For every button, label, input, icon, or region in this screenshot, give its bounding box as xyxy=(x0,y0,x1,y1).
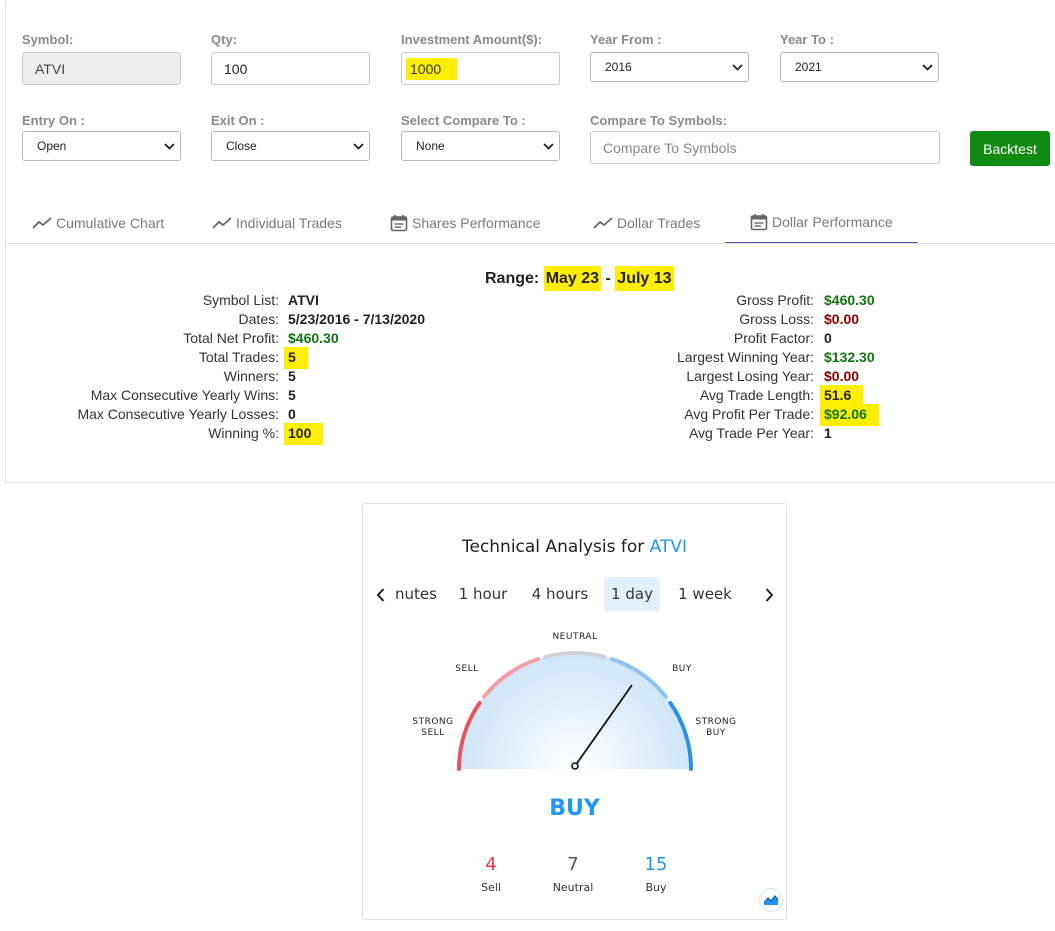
year-from-label: Year From : xyxy=(590,32,662,47)
stat-row: Avg Trade Per Year: 1 xyxy=(6,425,1006,444)
exit-on-select[interactable]: Close xyxy=(211,131,370,161)
tab-label: Cumulative Chart xyxy=(56,215,165,231)
sell-count: 4 xyxy=(485,854,497,875)
technical-analysis-widget: Technical Analysis for ATVI nutes 1 hour… xyxy=(362,503,787,920)
chevron-down-icon xyxy=(726,52,748,82)
neutral-count: 7 xyxy=(567,854,579,875)
stat-value: 51.6 xyxy=(820,385,864,407)
stat-label: Largest Losing Year: xyxy=(686,368,814,384)
entry-on-value: Open xyxy=(37,139,67,153)
tab-dollar-performance[interactable]: Dollar Performance xyxy=(725,202,918,244)
tab-shares-performance[interactable]: Shares Performance xyxy=(390,202,540,244)
tab-dollar-trades[interactable]: Dollar Trades xyxy=(593,202,700,244)
gauge-fill xyxy=(459,653,691,769)
entry-on-label: Entry On : xyxy=(22,113,85,128)
buy-count: 15 xyxy=(644,854,668,875)
compare-select[interactable]: None xyxy=(401,131,560,161)
gauge-label-buy: BUY xyxy=(672,664,692,674)
trend-line-icon xyxy=(593,217,613,229)
gauge-label-strong-buy: STRONG BUY xyxy=(695,717,737,738)
backtest-panel: Symbol: ATVI Qty: 100 Investment Amount(… xyxy=(5,2,1055,483)
tradingview-logo-icon[interactable] xyxy=(759,888,783,912)
trend-line-icon xyxy=(212,217,232,229)
investment-value: 1000 xyxy=(406,57,458,80)
entry-on-select[interactable]: Open xyxy=(22,131,181,161)
gauge-label-neutral: NEUTRAL xyxy=(552,632,598,642)
symbol-label: Symbol: xyxy=(22,32,74,47)
neutral-count-label: Neutral xyxy=(552,881,594,894)
stat-label: Gross Profit: xyxy=(736,292,814,308)
backtest-button[interactable]: Backtest xyxy=(970,131,1050,166)
range-separator: - xyxy=(605,270,611,287)
range-end: July 13 xyxy=(615,266,674,291)
trend-line-icon xyxy=(32,217,52,229)
stat-value: $460.30 xyxy=(824,292,875,308)
range-title: Range: May 23 - July 13 xyxy=(485,266,674,291)
compare-symbols-input[interactable]: Compare To Symbols xyxy=(590,131,940,164)
stat-value-highlight: $92.06 xyxy=(820,404,879,426)
chevron-down-icon xyxy=(347,131,369,161)
compare-select-label: Select Compare To : xyxy=(401,113,526,128)
qty-input[interactable]: 100 xyxy=(211,52,370,85)
tab-label: Dollar Performance xyxy=(772,214,893,230)
ta-verdict: BUY xyxy=(549,796,600,821)
compare-select-value: None xyxy=(416,139,445,153)
stat-label: Avg Trade Length: xyxy=(699,387,814,403)
stat-row: Gross Profit: $460.30 xyxy=(6,292,1006,311)
stat-value: 0 xyxy=(824,330,832,346)
stat-row: Avg Profit Per Trade: $92.06 xyxy=(6,404,1006,426)
year-to-select[interactable]: 2021 xyxy=(780,52,939,82)
calendar-icon xyxy=(390,215,408,232)
investment-label: Investment Amount($): xyxy=(401,32,543,47)
stat-value: $132.30 xyxy=(824,349,875,365)
qty-value: 100 xyxy=(224,60,248,77)
stat-value: $0.00 xyxy=(824,368,860,384)
symbol-input[interactable]: ATVI xyxy=(22,52,181,85)
year-from-value: 2016 xyxy=(605,60,632,74)
chevron-down-icon xyxy=(158,131,180,161)
tab-label: Shares Performance xyxy=(412,215,541,231)
stat-row: Gross Loss: $0.00 xyxy=(6,311,1006,330)
qty-label: Qty: xyxy=(211,32,237,47)
exit-on-label: Exit On : xyxy=(211,113,265,128)
tab-label: Dollar Trades xyxy=(617,215,701,231)
tab-individual-trades[interactable]: Individual Trades xyxy=(212,202,342,244)
stat-value: $0.00 xyxy=(824,311,860,327)
stat-label: Avg Trade Per Year: xyxy=(688,425,814,441)
year-to-value: 2021 xyxy=(795,60,822,74)
tabs-divider xyxy=(6,243,1055,244)
calendar-icon xyxy=(750,214,768,231)
year-from-select[interactable]: 2016 xyxy=(590,52,749,82)
chevron-down-icon xyxy=(537,131,559,161)
gauge-label-sell: SELL xyxy=(455,664,479,674)
stat-label: Gross Loss: xyxy=(739,311,814,327)
buy-count-label: Buy xyxy=(645,881,667,894)
compare-symbols-label: Compare To Symbols: xyxy=(590,113,728,128)
gauge-label-strong-sell: STRONG SELL xyxy=(412,717,454,738)
investment-input[interactable]: 1000 xyxy=(401,52,560,85)
tab-label: Individual Trades xyxy=(236,215,342,231)
sentiment-gauge xyxy=(457,651,693,771)
exit-on-value: Close xyxy=(226,139,257,153)
range-label: Range: xyxy=(485,270,540,287)
stat-value: 1 xyxy=(824,425,832,441)
stat-row: Largest Winning Year: $132.30 xyxy=(6,349,1006,368)
stat-value: $92.06 xyxy=(820,404,879,426)
stat-row: Profit Factor: 0 xyxy=(6,330,1006,349)
range-start: May 23 xyxy=(543,266,602,291)
stat-label: Largest Winning Year: xyxy=(677,349,814,365)
stat-label: Avg Profit Per Trade: xyxy=(684,406,814,422)
tab-cumulative-chart[interactable]: Cumulative Chart xyxy=(32,202,164,244)
stat-label: Profit Factor: xyxy=(733,330,814,346)
sell-count-label: Sell xyxy=(481,881,501,894)
gauge-pivot xyxy=(571,762,579,770)
year-to-label: Year To : xyxy=(780,32,834,47)
chevron-down-icon xyxy=(916,52,938,82)
